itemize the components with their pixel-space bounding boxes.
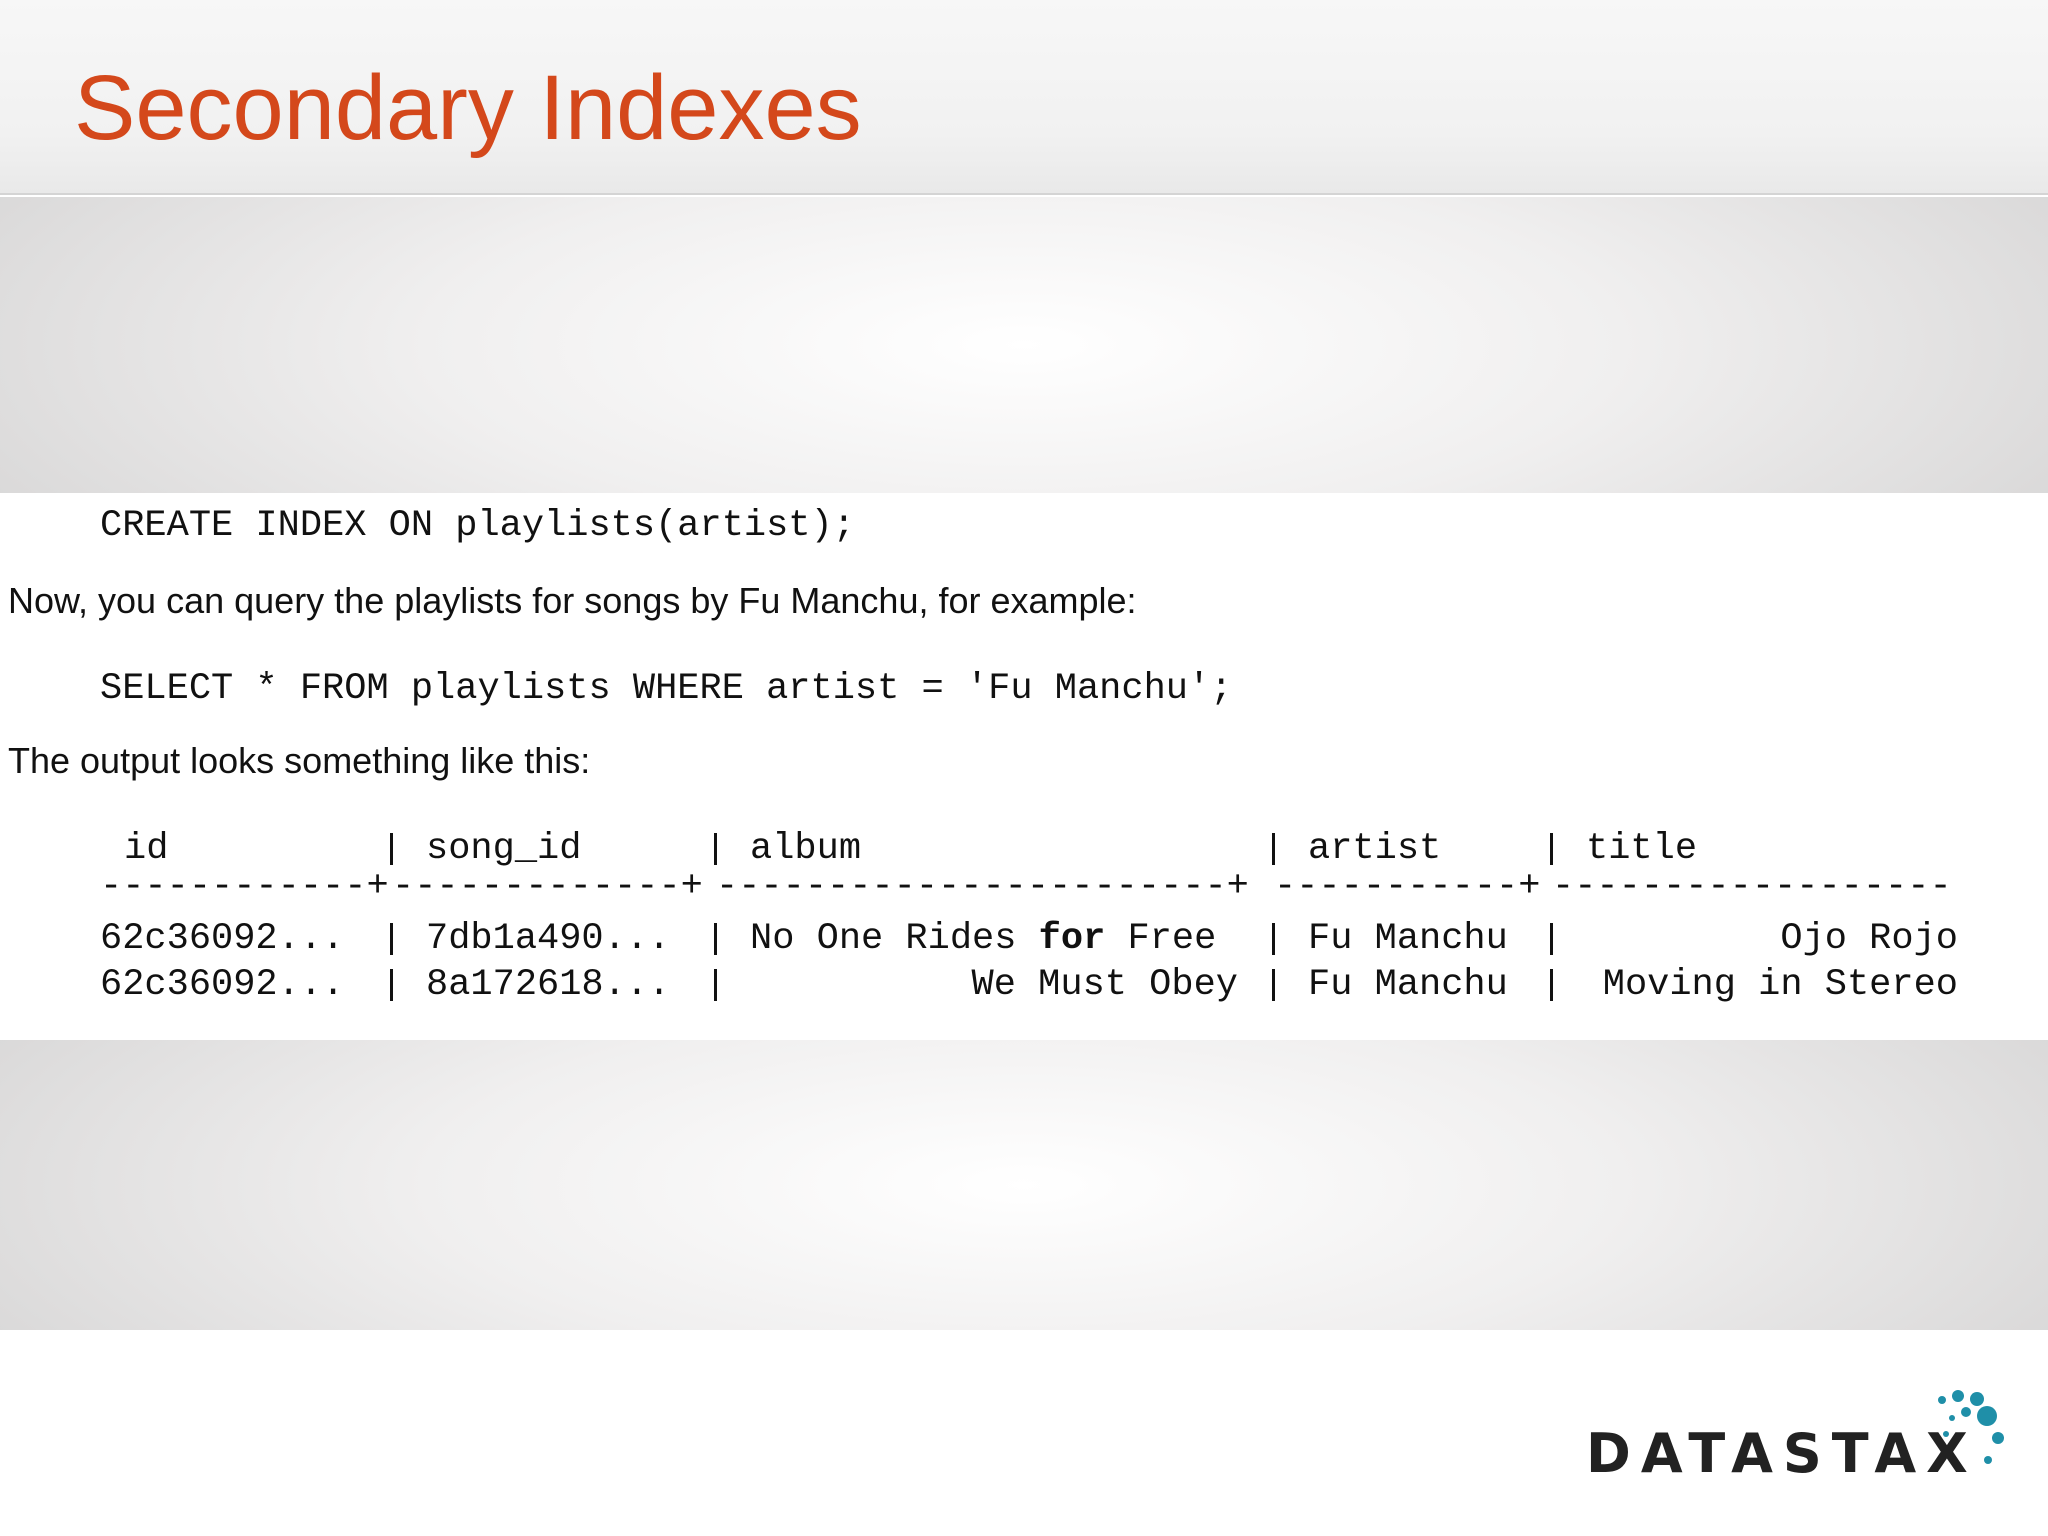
output-table: id song_id album artist title ----------… [0, 493, 2048, 1040]
table-rule-segment: -----------------------+ [716, 866, 1249, 908]
column-separator [1550, 969, 1553, 1001]
column-separator [714, 833, 717, 865]
column-separator [1550, 833, 1553, 865]
row2-id: 62c36092... [100, 964, 345, 1006]
row1-title: Ojo Rojo [1780, 918, 1958, 960]
table-rule-segment: -----------+ [1274, 866, 1541, 908]
row1-album-pre: No One Rides [750, 918, 1039, 960]
content-panel: CREATE INDEX ON playlists(artist); Now, … [0, 493, 2048, 1040]
column-separator [390, 923, 393, 955]
row2-album-pre: We Must Obey [971, 964, 1238, 1006]
row2-artist: Fu Manchu [1308, 964, 1508, 1006]
column-separator [390, 833, 393, 865]
row1-song-id: 7db1a490... [426, 918, 671, 960]
column-separator [390, 969, 393, 1001]
row1-album: No One Rides for Free [750, 917, 1216, 961]
column-separator [1272, 833, 1275, 865]
row1-album-keyword: for [1038, 918, 1106, 960]
table-rule-segment: ------------------ [1552, 866, 1952, 908]
datastax-logo: DATASTAX [1586, 1390, 2016, 1490]
column-separator [714, 969, 717, 1001]
row2-song-id: 8a172618... [426, 964, 671, 1006]
table-rule-segment: -------------+ [392, 866, 703, 908]
decorative-band-top [0, 197, 2048, 493]
column-separator [1272, 923, 1275, 955]
row1-id: 62c36092... [100, 918, 345, 960]
column-separator [714, 923, 717, 955]
slide-title: Secondary Indexes [74, 57, 862, 159]
table-rule-segment: ------------+ [100, 866, 389, 908]
decorative-band-bottom [0, 1040, 2048, 1330]
title-bar: Secondary Indexes [0, 0, 2048, 195]
row1-artist: Fu Manchu [1308, 918, 1508, 960]
logo-dots-icon [1938, 1390, 2004, 1464]
row2-album: We Must Obey [750, 963, 1238, 1007]
row2-title: Moving in Stereo [1602, 964, 1958, 1006]
column-separator [1550, 923, 1553, 955]
column-separator [1272, 969, 1275, 1001]
row1-album-post: Free [1105, 918, 1217, 960]
slide: Secondary Indexes CREATE INDEX ON playli… [0, 0, 2048, 1536]
